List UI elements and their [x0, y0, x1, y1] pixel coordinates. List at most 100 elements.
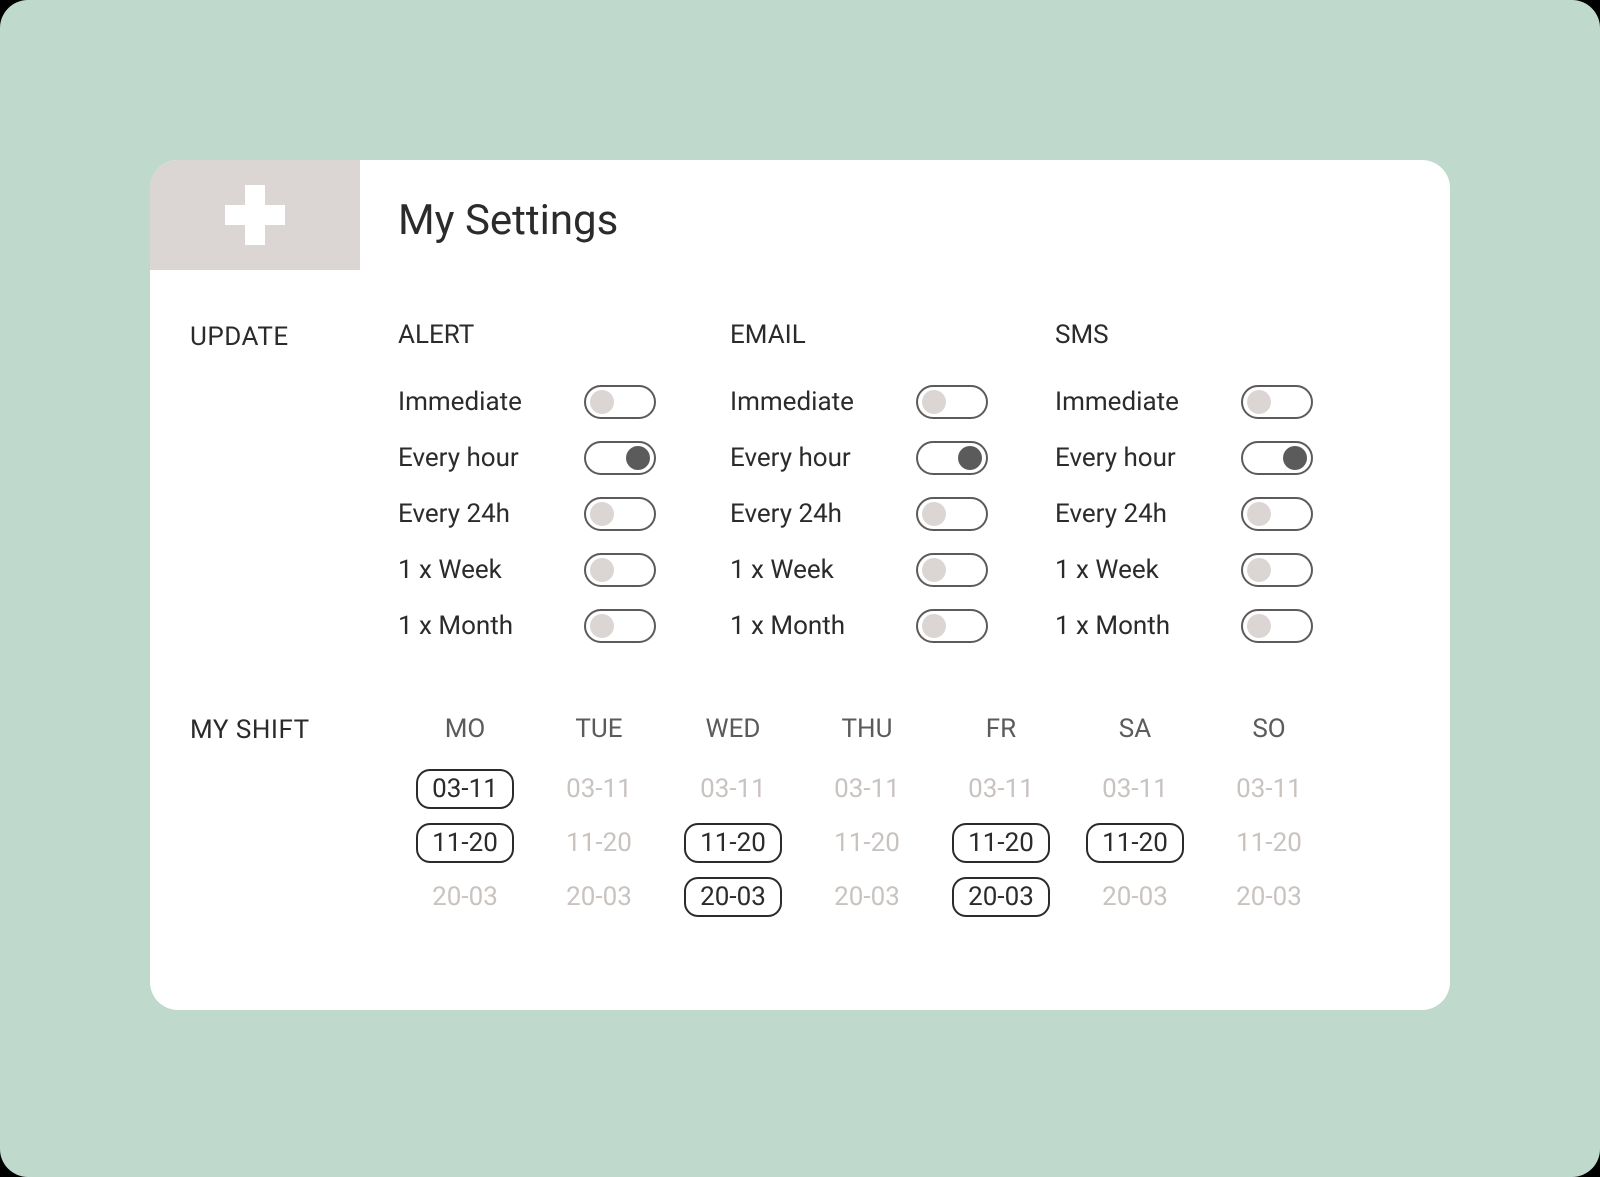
toggle-email-every-24h[interactable] [916, 497, 988, 531]
shift-chip-wed-20to03[interactable]: 20-03 [684, 877, 782, 917]
day-header-tue: TUE [532, 712, 666, 762]
option-row: Every hour [1055, 430, 1375, 486]
plus-icon [225, 185, 285, 245]
day-header-so: SO [1202, 712, 1336, 762]
shift-chip-sa-03to11[interactable]: 03-11 [1086, 769, 1184, 809]
option-label-immediate: Immediate [730, 387, 916, 417]
shift-chip-thu-11to20[interactable]: 11-20 [818, 823, 916, 863]
toggle-sms-immediate[interactable] [1241, 385, 1313, 419]
update-column-alert: ALERT Immediate Every hour Every 24h 1 x… [398, 320, 718, 654]
shift-chip-wed-03to11[interactable]: 03-11 [684, 769, 782, 809]
option-row: 1 x Month [730, 598, 1050, 654]
option-row: 1 x Week [398, 542, 718, 598]
option-row: Every 24h [398, 486, 718, 542]
shift-cell: 03-11 [1068, 762, 1202, 816]
option-row: 1 x Week [730, 542, 1050, 598]
update-column-email: EMAIL Immediate Every hour Every 24h 1 x… [730, 320, 1050, 654]
shift-cell: 20-03 [398, 870, 532, 924]
day-header-thu: THU [800, 712, 934, 762]
option-label-every-hour: Every hour [1055, 443, 1241, 473]
toggle-alert-immediate[interactable] [584, 385, 656, 419]
shift-cell: 03-11 [666, 762, 800, 816]
option-label-monthly: 1 x Month [730, 611, 916, 641]
option-row: 1 x Month [1055, 598, 1375, 654]
toggle-alert-every-hour[interactable] [584, 441, 656, 475]
shift-cell: 11-20 [532, 816, 666, 870]
shift-chip-fr-03to11[interactable]: 03-11 [952, 769, 1050, 809]
option-label-immediate: Immediate [1055, 387, 1241, 417]
option-label-monthly: 1 x Month [398, 611, 584, 641]
toggle-email-weekly[interactable] [916, 553, 988, 587]
day-header-fr: FR [934, 712, 1068, 762]
option-label-every-24h: Every 24h [1055, 499, 1241, 529]
toggle-sms-weekly[interactable] [1241, 553, 1313, 587]
shift-chip-fr-20to03[interactable]: 20-03 [952, 877, 1050, 917]
toggle-email-every-hour[interactable] [916, 441, 988, 475]
shift-chip-so-03to11[interactable]: 03-11 [1220, 769, 1318, 809]
day-header-sa: SA [1068, 712, 1202, 762]
page-title: My Settings [398, 196, 618, 245]
shift-cell: 20-03 [934, 870, 1068, 924]
shift-cell: 20-03 [800, 870, 934, 924]
shift-cell: 11-20 [398, 816, 532, 870]
option-label-immediate: Immediate [398, 387, 584, 417]
option-label-every-24h: Every 24h [730, 499, 916, 529]
option-label-every-hour: Every hour [730, 443, 916, 473]
shift-cell: 03-11 [532, 762, 666, 816]
toggle-email-monthly[interactable] [916, 609, 988, 643]
toggle-email-immediate[interactable] [916, 385, 988, 419]
backdrop: My Settings UPDATE MY SHIFT ALERT Immedi… [0, 0, 1600, 1177]
shift-chip-sa-11to20[interactable]: 11-20 [1086, 823, 1184, 863]
shift-cell: 20-03 [1202, 870, 1336, 924]
shift-chip-mo-03to11[interactable]: 03-11 [416, 769, 514, 809]
toggle-alert-monthly[interactable] [584, 609, 656, 643]
shift-cell: 11-20 [666, 816, 800, 870]
option-row: Immediate [1055, 374, 1375, 430]
shift-chip-so-11to20[interactable]: 11-20 [1220, 823, 1318, 863]
shift-chip-sa-20to03[interactable]: 20-03 [1086, 877, 1184, 917]
option-label-weekly: 1 x Week [1055, 555, 1241, 585]
option-label-every-hour: Every hour [398, 443, 584, 473]
toggle-alert-weekly[interactable] [584, 553, 656, 587]
shift-chip-mo-11to20[interactable]: 11-20 [416, 823, 514, 863]
shift-chip-so-20to03[interactable]: 20-03 [1220, 877, 1318, 917]
shift-grid: MOTUEWEDTHUFRSASO 03-11 03-11 03-11 03-11 03-… [398, 712, 1336, 924]
logo-box [150, 160, 360, 270]
shift-cell: 20-03 [666, 870, 800, 924]
toggle-sms-every-hour[interactable] [1241, 441, 1313, 475]
shift-chip-tue-03to11[interactable]: 03-11 [550, 769, 648, 809]
column-header-email: EMAIL [730, 320, 1050, 350]
update-column-sms: SMS Immediate Every hour Every 24h 1 x W… [1055, 320, 1375, 654]
shift-cell: 03-11 [934, 762, 1068, 816]
shift-cell: 20-03 [532, 870, 666, 924]
option-row: Every hour [398, 430, 718, 486]
option-row: Immediate [398, 374, 718, 430]
toggle-sms-every-24h[interactable] [1241, 497, 1313, 531]
shift-chip-wed-11to20[interactable]: 11-20 [684, 823, 782, 863]
shift-cell: 03-11 [1202, 762, 1336, 816]
shift-chip-mo-20to03[interactable]: 20-03 [416, 877, 514, 917]
shift-chip-tue-11to20[interactable]: 11-20 [550, 823, 648, 863]
shift-cell: 11-20 [800, 816, 934, 870]
day-header-wed: WED [666, 712, 800, 762]
day-header-mo: MO [398, 712, 532, 762]
toggle-alert-every-24h[interactable] [584, 497, 656, 531]
toggle-sms-monthly[interactable] [1241, 609, 1313, 643]
shift-chip-tue-20to03[interactable]: 20-03 [550, 877, 648, 917]
option-row: 1 x Week [1055, 542, 1375, 598]
option-row: Immediate [730, 374, 1050, 430]
shift-chip-thu-20to03[interactable]: 20-03 [818, 877, 916, 917]
option-label-every-24h: Every 24h [398, 499, 584, 529]
shift-cell: 11-20 [934, 816, 1068, 870]
section-label-shift: MY SHIFT [190, 715, 310, 745]
shift-chip-fr-11to20[interactable]: 11-20 [952, 823, 1050, 863]
option-row: Every hour [730, 430, 1050, 486]
shift-cell: 11-20 [1202, 816, 1336, 870]
shift-cell: 11-20 [1068, 816, 1202, 870]
option-label-weekly: 1 x Week [398, 555, 584, 585]
shift-cell: 03-11 [398, 762, 532, 816]
shift-cell: 03-11 [800, 762, 934, 816]
option-row: Every 24h [730, 486, 1050, 542]
shift-chip-thu-03to11[interactable]: 03-11 [818, 769, 916, 809]
option-label-weekly: 1 x Week [730, 555, 916, 585]
